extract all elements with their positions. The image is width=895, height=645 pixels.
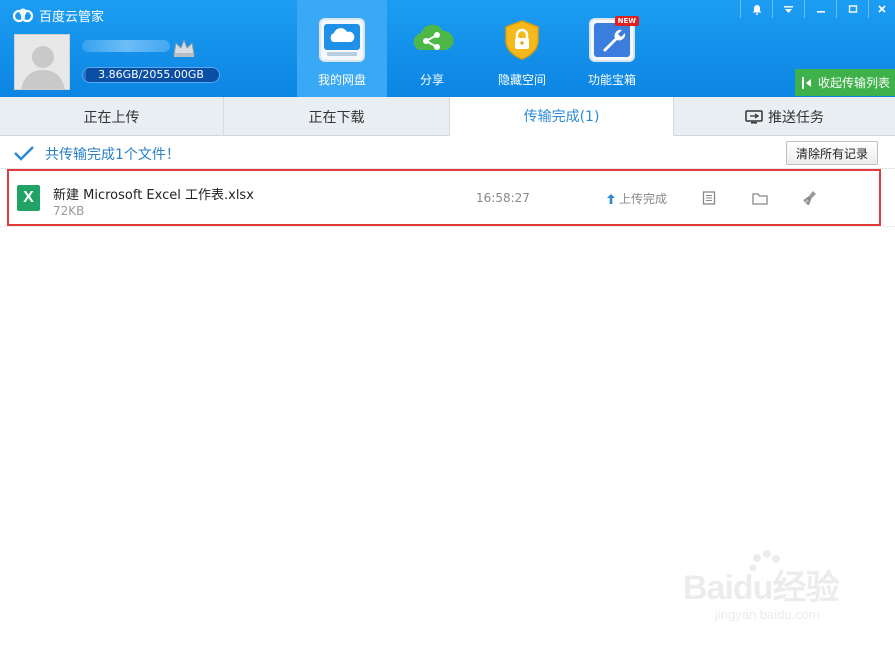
- vip-crown-icon[interactable]: [172, 38, 196, 58]
- file-status: 上传完成: [606, 190, 667, 207]
- watermark-url: jingyan.baidu.com: [715, 607, 820, 622]
- nav-share[interactable]: 分享: [387, 0, 477, 97]
- nav-label: 我的网盘: [317, 73, 366, 87]
- checkmark-icon: [14, 146, 34, 161]
- excel-file-icon: X: [17, 185, 40, 211]
- file-name: 新建 Microsoft Excel 工作表.xlsx: [53, 188, 254, 203]
- bell-icon: [752, 4, 761, 15]
- file-time: 16:58:27: [476, 191, 530, 205]
- wrench-toolbox-icon: NEW: [589, 16, 639, 62]
- tab-completed[interactable]: 传输完成(1): [450, 97, 674, 136]
- tab-downloading[interactable]: 正在下载: [224, 97, 450, 136]
- menu-button[interactable]: [772, 0, 804, 18]
- app-header: 百度云管家 3.86GB/2055.00GB 我的网盘 分享 隐藏空间 NEW …: [0, 0, 895, 97]
- quota-text: 3.86GB/2055.00GB: [98, 68, 204, 81]
- nav-label: 功能宝箱: [587, 73, 636, 87]
- nav-label: 隐藏空间: [497, 73, 546, 87]
- nav-my-drive[interactable]: 我的网盘: [297, 0, 387, 97]
- cloud-drive-icon: [319, 18, 365, 62]
- baidu-jingyan-watermark: Baidu经验 jingyan.baidu.com: [683, 550, 873, 625]
- username-blurred: [82, 40, 170, 52]
- menu-dropdown-icon: [784, 5, 793, 13]
- collapse-arrows-icon: [801, 76, 811, 89]
- summary-text: 共传输完成1个文件！: [45, 147, 180, 163]
- tab-push-tasks[interactable]: 推送任务: [674, 97, 895, 136]
- tab-label: 传输完成(1): [523, 109, 600, 125]
- baidu-cloud-logo-icon: [12, 8, 34, 23]
- minimize-icon: [816, 11, 825, 13]
- nav-label: 分享: [419, 73, 444, 87]
- nav-toolbox[interactable]: NEW 功能宝箱: [567, 0, 657, 97]
- watermark-brand: Baidu经验: [683, 569, 839, 607]
- nav-hidden-space[interactable]: 隐藏空间: [477, 0, 567, 97]
- tab-label: 正在上传: [83, 109, 140, 126]
- maximize-icon: [848, 5, 857, 13]
- lock-shield-icon: [499, 18, 545, 62]
- share-icon: [409, 18, 455, 62]
- monitor-push-icon: [745, 109, 763, 123]
- user-silhouette-icon: [21, 46, 65, 89]
- completed-summary-bar: 共传输完成1个文件！ 清除所有记录: [0, 137, 895, 169]
- status-text: 上传完成: [619, 192, 668, 206]
- maximize-button[interactable]: [836, 0, 868, 18]
- new-badge: NEW: [614, 16, 639, 26]
- notifications-button[interactable]: [740, 0, 772, 18]
- collapse-label: 收起传输列表: [817, 76, 890, 90]
- folder-icon: [752, 192, 768, 205]
- quota-fill: [83, 68, 86, 82]
- upload-arrow-icon: [607, 193, 615, 204]
- tab-label: 推送任务: [768, 109, 824, 126]
- file-size: 72KB: [53, 204, 85, 218]
- table-row[interactable]: X 新建 Microsoft Excel 工作表.xlsx 72KB 16:58…: [0, 169, 895, 227]
- collapse-transfer-list-button[interactable]: 收起传输列表: [795, 69, 895, 96]
- storage-quota-bar: 3.86GB/2055.00GB: [82, 67, 220, 83]
- avatar[interactable]: [14, 34, 70, 90]
- app-title: 百度云管家: [12, 5, 104, 25]
- clear-record-button[interactable]: [801, 189, 819, 207]
- tab-uploading[interactable]: 正在上传: [0, 97, 224, 136]
- file-details-button[interactable]: [700, 189, 718, 207]
- broom-icon: [803, 191, 816, 205]
- transfer-tabs: 正在上传 正在下载 传输完成(1) 推送任务: [0, 97, 895, 136]
- minimize-button[interactable]: [804, 0, 836, 18]
- clear-all-records-button[interactable]: 清除所有记录: [786, 141, 878, 165]
- app-title-text: 百度云管家: [39, 9, 105, 25]
- close-button[interactable]: [868, 0, 895, 18]
- open-folder-button[interactable]: [751, 189, 769, 207]
- tab-label: 正在下载: [308, 109, 365, 126]
- document-list-icon: [702, 191, 716, 205]
- close-icon: [878, 5, 886, 13]
